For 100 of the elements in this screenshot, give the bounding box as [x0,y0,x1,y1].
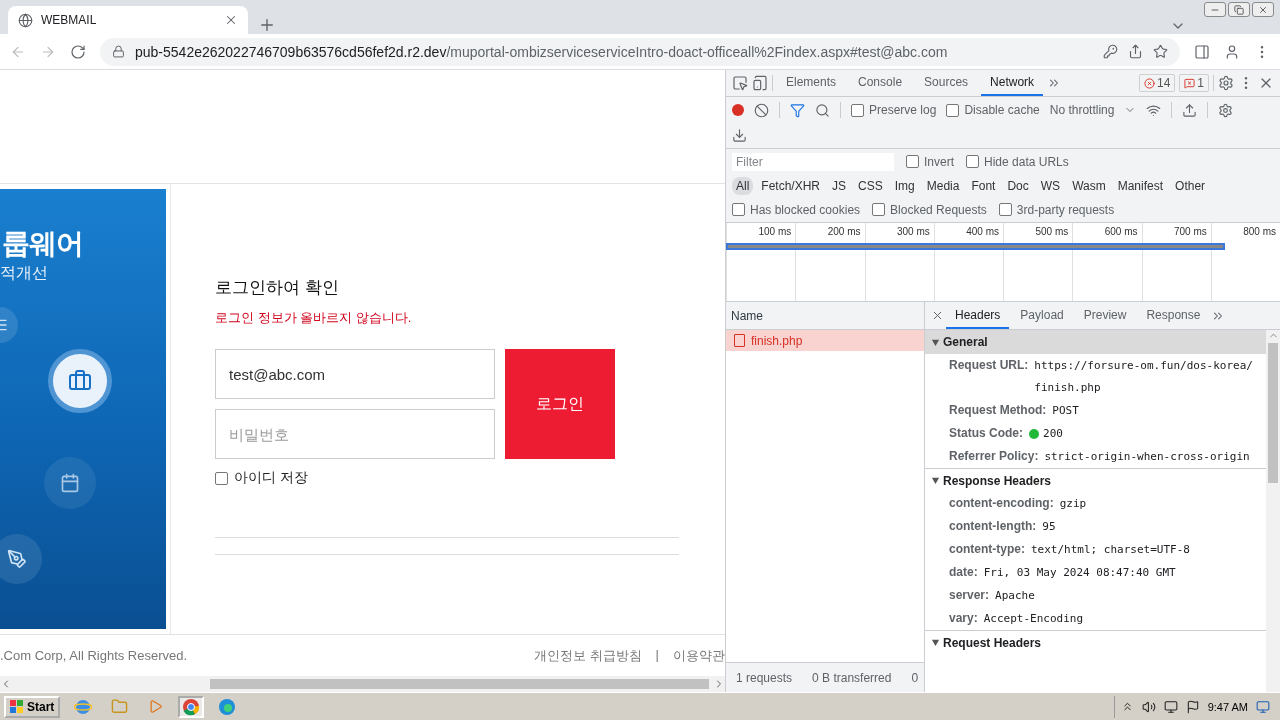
issue-count[interactable]: 1 [1179,74,1209,92]
settings-icon[interactable] [1218,75,1234,91]
filter-field[interactable]: Filter [732,152,894,171]
desktop-icon[interactable] [1256,699,1270,714]
key-icon[interactable] [1103,44,1118,59]
checkbox[interactable]: Blocked Requests [872,202,987,217]
share-icon[interactable] [1128,44,1143,59]
type-filter[interactable]: Img [890,176,919,195]
scrollbar-thumb[interactable] [210,679,709,689]
profile-icon[interactable] [1224,43,1240,60]
triangle-icon [931,476,940,485]
inspect-icon[interactable] [732,75,748,91]
devtools-tab[interactable]: Elements [777,70,846,96]
type-filter[interactable]: Other [1171,176,1210,195]
login-heading: 로그인하여 확인 [215,277,340,299]
request-row[interactable]: finish.php [726,330,924,351]
checkbox[interactable]: Has blocked cookies [732,202,861,217]
settings-icon[interactable] [1218,102,1234,118]
clear-icon[interactable] [754,102,769,118]
details-tab[interactable]: Response [1137,302,1210,329]
summary-text: 0 [911,670,919,685]
start-button[interactable]: Start [4,695,61,718]
timeline-tick: 300 ms [896,226,930,239]
footer-link[interactable]: 이용약관 [673,646,725,665]
close-button[interactable] [1252,2,1274,17]
header-name: vary: [949,610,978,627]
search-icon[interactable] [815,102,830,118]
header-name: Status Code: [949,425,1023,442]
checkbox[interactable]: Invert [906,154,954,169]
timeline-tick: 700 ms [1173,226,1207,239]
volume-icon[interactable] [1141,699,1156,714]
header-name: content-length: [949,518,1037,535]
header-value: 200 [1043,426,1064,442]
close-icon[interactable] [931,309,944,322]
details-tab[interactable]: Preview [1074,302,1136,329]
devtools-tab[interactable]: Sources [915,70,978,96]
checkbox[interactable]: 3rd-party requests [998,202,1115,217]
type-filter[interactable]: All [732,176,754,195]
section-header[interactable]: General [925,330,1266,354]
header-value: Accept-Encoding [983,611,1085,627]
header-value: strict-origin-when-cross-origin [1044,449,1251,465]
type-filter[interactable]: JS [828,176,851,195]
details-tab[interactable]: Payload [1011,302,1073,329]
header-name: Request Method: [949,402,1047,419]
footer-link[interactable]: 개인정보 취급방침 [534,646,642,665]
type-filter[interactable]: Manifest [1113,176,1168,195]
type-filter[interactable]: Doc [1003,176,1033,195]
header-value: https://forsure-om.fun/dos-korea/finish.php [1034,358,1254,396]
new-tab-icon[interactable] [258,16,276,34]
close-icon[interactable] [224,13,238,27]
issue-icon [1184,77,1196,89]
devtools-tab[interactable]: Console [849,70,912,96]
header-value: text/html; charset=UTF-8 [1031,542,1191,558]
browser-tab[interactable]: WEBMAIL [8,6,248,34]
header-value: POST [1052,403,1080,419]
scrollbar-thumb[interactable] [1268,343,1278,483]
header-name: server: [949,587,990,604]
error-count[interactable]: 14 [1138,74,1176,92]
type-filter[interactable]: Media [922,176,964,195]
calendar-icon [44,457,96,509]
password-field[interactable]: 비밀번호 [215,409,495,459]
details-tab[interactable]: Headers [946,302,1010,329]
login-button[interactable]: 로그인 [505,349,615,459]
checkbox[interactable]: Disable cache [946,103,1040,117]
wifi-icon[interactable] [1146,102,1162,118]
device-icon[interactable] [752,75,768,91]
side-panel-icon[interactable] [1194,43,1210,60]
type-filter[interactable]: CSS [854,176,887,195]
pen-icon [0,534,42,584]
globe-icon[interactable] [18,12,33,28]
star-icon[interactable] [1153,44,1168,59]
type-filter[interactable]: Wasm [1068,176,1110,195]
download-icon[interactable] [732,128,747,143]
header-name: date: [949,564,978,581]
clock: 9:47 AM [1207,700,1248,713]
flag-icon[interactable] [1185,699,1200,714]
summary-text: 1 requests [736,670,793,685]
filter-icon[interactable] [790,102,805,118]
address-bar[interactable]: pub-5542e262022746709b63576cd56fef2d.r2.dev/muportal-ombizserviceserviceIntro-doact-officeall%2Findex.aspx#test@abc.com [100,37,1180,66]
chrome-icon[interactable] [178,695,205,718]
copyright-text: .Com Corp, All Rights Reserved. [0,648,189,663]
record-button[interactable] [732,104,744,116]
header-name: content-type: [949,541,1025,558]
restore-button[interactable] [1228,2,1250,17]
checkbox[interactable]: Preserve log [851,103,937,117]
email-field[interactable]: test@abc.com [215,349,495,399]
reload-icon[interactable] [70,43,86,60]
checkbox[interactable]: Hide data URLs [966,154,1069,169]
header-value: gzip [1059,496,1088,512]
remember-id-checkbox[interactable]: 아이디 저장 [215,469,725,487]
throttling-select[interactable]: No throttling [1049,103,1115,117]
minimize-button[interactable] [1204,2,1226,17]
type-filter[interactable]: WS [1036,176,1065,195]
type-filter[interactable]: Font [967,176,1000,195]
column-header[interactable]: Name [731,308,763,323]
header-name: content-encoding: [949,495,1054,512]
type-filter[interactable]: Fetch/XHR [757,176,825,195]
timeline-tick: 400 ms [966,226,999,239]
upload-icon[interactable] [1182,102,1198,118]
separator-text: | [655,646,659,664]
